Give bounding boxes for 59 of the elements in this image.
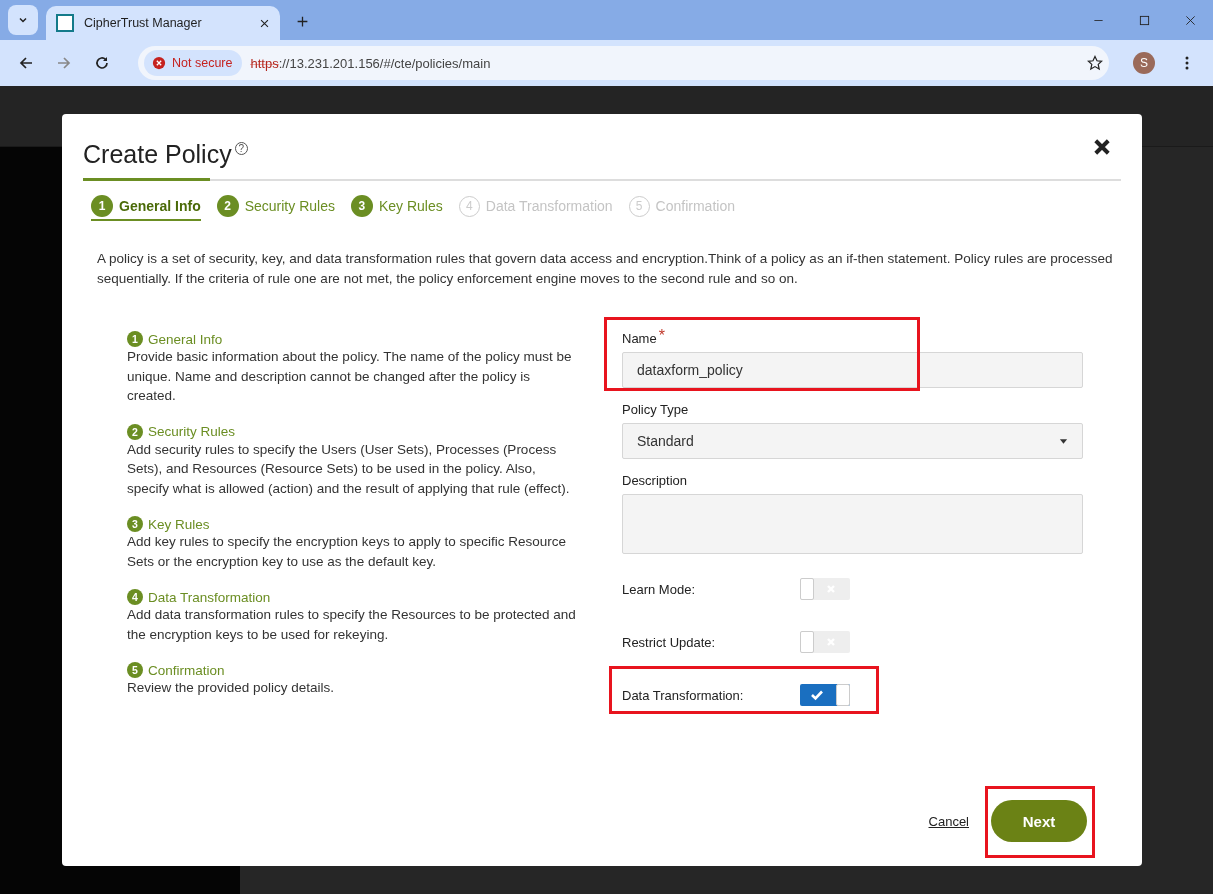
- browser-tab[interactable]: CipherTrust Manager: [46, 6, 280, 40]
- section-text: Add key rules to specify the encryption keys to apply to specific Resource Sets or the encryption key to use as the default key.: [127, 533, 567, 571]
- cancel-link[interactable]: Cancel: [928, 813, 969, 829]
- reload-icon: [94, 55, 110, 71]
- policy-type-dropdown[interactable]: Standard: [622, 423, 1083, 459]
- name-field[interactable]: dataxform_policy: [622, 352, 1083, 388]
- required-mark: *: [658, 331, 665, 346]
- close-icon: [1092, 137, 1112, 157]
- section-title: Data Transformation: [148, 589, 271, 605]
- field-label: Description: [622, 473, 688, 488]
- close-icon: [1184, 14, 1196, 26]
- section-text: Add security rules to specify the Users (User Sets), Processes (Process Sets), and Resources (Resource Sets) to be used in the policy. Also, specify what is allowed (action) and the result of applying that rule (effect).: [127, 440, 571, 498]
- error-icon: [152, 56, 166, 70]
- field-label: Policy Type: [622, 402, 689, 417]
- section-title: Key Rules: [148, 516, 210, 532]
- step-number-badge: 1: [91, 195, 113, 217]
- close-tab-button[interactable]: [259, 17, 270, 29]
- step-number-badge: 5: [127, 662, 143, 678]
- toggle-label: Learn Mode:: [622, 581, 696, 597]
- favicon-icon: [56, 14, 74, 32]
- forward-arrow-icon: [56, 55, 72, 71]
- profile-avatar[interactable]: S: [1133, 52, 1155, 74]
- section-text: Review the provided policy details.: [127, 679, 336, 697]
- next-button[interactable]: Next: [991, 800, 1087, 842]
- section-text: Provide basic information about the policy. The name of the policy must be unique. Name and description cannot be changed after the policy is created.: [127, 348, 573, 405]
- field-label: Name: [622, 331, 657, 346]
- toggle-switch[interactable]: [800, 631, 850, 653]
- step-number-badge: 4: [127, 589, 143, 605]
- toggle-label: Restrict Update:: [622, 634, 717, 650]
- plus-icon: [295, 14, 309, 28]
- intro-text: A policy is a set of security, key, and data transformation rules that govern data access and encryption.Think of a policy as an if-then statement. Policy rules are processed sequentially. If the criteria of rule one are not met, the policy enforcement engine moves to the second rule and so on.: [97, 250, 1114, 288]
- toggle-label: Data Transformation:: [622, 687, 745, 703]
- close-icon: [259, 17, 270, 29]
- wizard-step[interactable]: 2 Security Rules: [216, 195, 335, 221]
- caret-icon: [1059, 437, 1068, 445]
- section-title: General Info: [148, 331, 223, 347]
- description-field[interactable]: [622, 494, 1083, 554]
- section-title: Security Rules: [148, 424, 236, 439]
- step-number-badge: 3: [350, 195, 373, 217]
- section-text: Add data transformation rules to specify the Resources to be protected and the encryption keys to be used for rekeying.: [127, 606, 577, 644]
- check-icon: [810, 689, 824, 701]
- step-number-badge: 2: [216, 195, 239, 217]
- toggle-switch[interactable]: [800, 684, 850, 706]
- step-number-badge: 2: [127, 423, 143, 440]
- maximize-icon: [1138, 14, 1150, 26]
- security-chip[interactable]: Not secure: [144, 50, 243, 76]
- wizard-step[interactable]: 3 Key Rules: [350, 195, 443, 221]
- back-arrow-icon: [18, 55, 34, 71]
- tab-list-button[interactable]: [8, 5, 38, 35]
- section-title: Confirmation: [148, 662, 225, 678]
- step-number-badge: 1: [127, 331, 143, 347]
- address-bar[interactable]: Not secure https://13.231.201.156/#/cte/policies/main: [138, 46, 1109, 80]
- dialog-title: Create Policy: [83, 140, 232, 169]
- toggle-switch[interactable]: [800, 578, 850, 600]
- wizard-step[interactable]: 1 General Info: [91, 195, 201, 221]
- url-text: https://13.231.201.156/#/cte/policies/main: [250, 55, 492, 71]
- star-icon: [1087, 55, 1103, 71]
- step-number-badge: 3: [127, 516, 143, 532]
- tab-title: CipherTrust Manager: [84, 16, 203, 30]
